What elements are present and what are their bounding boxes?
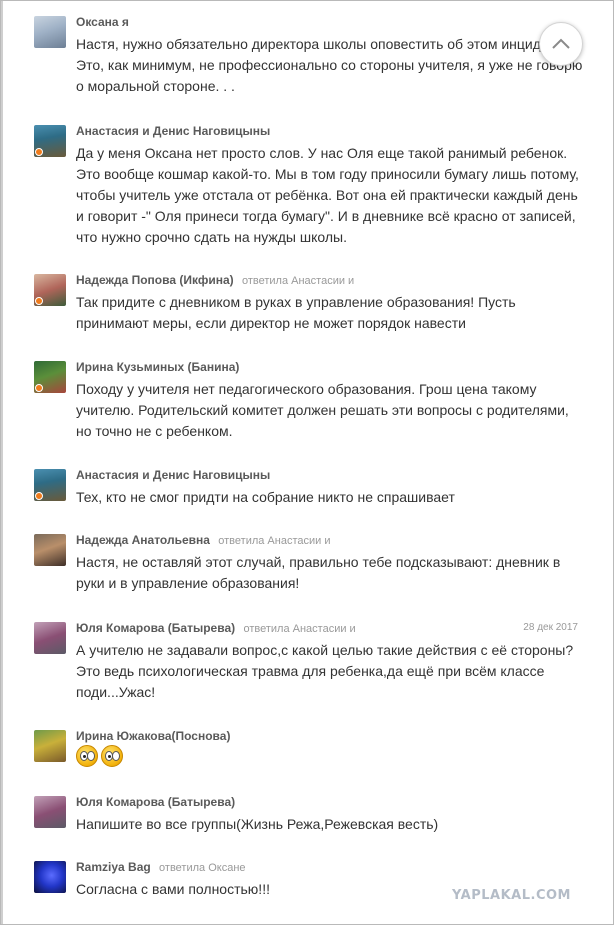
comment-author[interactable]: Ирина Южакова(Поснова) — [76, 729, 230, 743]
avatar[interactable] — [34, 730, 66, 762]
comment-text: Тех, кто не смог придти на собрание никт… — [76, 489, 455, 505]
comment-author[interactable]: Анастасия и Денис Наговицыны — [76, 124, 270, 138]
chevron-up-icon — [552, 38, 570, 49]
comment-text: Напишите во все группы(Жизнь Режа,Режевс… — [76, 816, 439, 832]
online-indicator — [35, 384, 43, 392]
online-indicator — [35, 492, 43, 500]
comment-text: А учителю не задавали вопрос,с какой цел… — [76, 642, 574, 700]
avatar[interactable] — [34, 534, 66, 566]
comment-text: Настя, не оставляй этот случай, правильн… — [76, 554, 561, 591]
comment-date: 28 дек 2017 — [523, 622, 578, 633]
comment-text: Походу у учителя нет педагогического обр… — [76, 381, 569, 439]
reply-to-label[interactable]: ответила Оксане — [159, 862, 245, 874]
comment-author[interactable]: Оксана я — [76, 15, 129, 29]
comment-author[interactable]: Надежда Анатольевна — [76, 533, 210, 547]
avatar[interactable] — [34, 469, 66, 501]
avatar[interactable] — [34, 622, 66, 654]
avatar[interactable] — [34, 796, 66, 828]
comment-author[interactable]: Надежда Попова (Икфина) — [76, 273, 234, 287]
comment-author[interactable]: Ramziya Bag — [76, 860, 151, 874]
avatar[interactable] — [34, 16, 66, 48]
avatar[interactable] — [34, 861, 66, 893]
reply-to-label[interactable]: ответила Анастасии и — [243, 623, 355, 635]
comment-text: Настя, нужно обязательно директора школы… — [76, 36, 583, 94]
scroll-to-top-button[interactable] — [539, 22, 583, 66]
avatar[interactable] — [34, 274, 66, 306]
comment-text: Так придите с дневником в руках в управл… — [76, 294, 516, 331]
reply-to-label[interactable]: ответила Анастасии и — [218, 535, 330, 547]
avatar[interactable] — [34, 361, 66, 393]
eyes-emoji-icon — [76, 745, 98, 767]
watermark: YAPLAKAL.COM — [452, 888, 571, 903]
online-indicator — [35, 297, 43, 305]
comment-text: Да у меня Оксана нет просто слов. У нас … — [76, 145, 579, 245]
comment-author[interactable]: Юля Комарова (Батырева) — [76, 795, 235, 809]
reply-to-label[interactable]: ответила Анастасии и — [242, 275, 354, 287]
avatar[interactable] — [34, 125, 66, 157]
online-indicator — [35, 148, 43, 156]
comment-author[interactable]: Ирина Кузьминых (Банина) — [76, 360, 239, 374]
comments-frame: Оксана я Настя, нужно обязательно директ… — [0, 0, 614, 925]
comment-author[interactable]: Анастасия и Денис Наговицыны — [76, 468, 270, 482]
eyes-emoji-icon — [101, 745, 123, 767]
comment-author[interactable]: Юля Комарова (Батырева) — [76, 621, 235, 635]
left-border — [1, 1, 3, 924]
